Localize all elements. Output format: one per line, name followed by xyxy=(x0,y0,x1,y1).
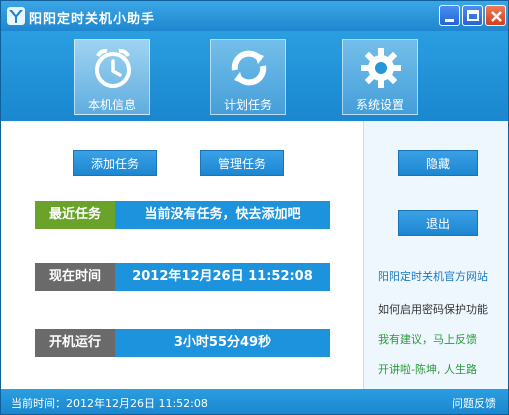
tab-machine-info[interactable]: 本机信息 xyxy=(74,39,150,115)
tab-label: 系统设置 xyxy=(355,98,404,112)
maximize-button[interactable] xyxy=(462,5,483,26)
uptime-value: 3小时55分49秒 xyxy=(115,329,330,357)
gear-icon xyxy=(361,48,401,88)
current-time-value: 2012年12月26日 11:52:08 xyxy=(115,263,330,291)
current-time-label: 现在时间 xyxy=(35,263,115,291)
app-logo-icon xyxy=(7,7,25,25)
suggestion-link[interactable]: 我有建议，马上反馈 xyxy=(378,331,477,347)
recent-task-value: 当前没有任务，快去添加吧 xyxy=(115,201,330,229)
status-time: 当前时间：2012年12月26日 11:52:08 xyxy=(11,397,208,410)
tab-system-settings[interactable]: 系统设置 xyxy=(342,39,418,115)
hide-button[interactable]: 隐藏 xyxy=(398,150,478,176)
window-title: 阳阳定时关机小助手 xyxy=(29,12,156,27)
status-bar: 当前时间：2012年12月26日 11:52:08 问题反馈 xyxy=(1,389,508,414)
password-help-link[interactable]: 如何启用密码保护功能 xyxy=(378,301,488,317)
side-panel: 隐藏 退出 阳阳定时关机官方网站 如何启用密码保护功能 我有建议，马上反馈 开讲… xyxy=(363,121,508,389)
maximize-icon xyxy=(467,10,479,21)
close-icon xyxy=(491,11,502,22)
main-panel: 添加任务 管理任务 最近任务 当前没有任务，快去添加吧 现在时间 2012年12… xyxy=(1,121,363,389)
title-bar: 阳阳定时关机小助手 xyxy=(1,1,508,31)
close-button[interactable] xyxy=(485,5,506,26)
alarm-clock-icon xyxy=(95,48,131,88)
official-site-link[interactable]: 阳阳定时关机官方网站 xyxy=(378,268,488,284)
news-link[interactable]: 开讲啦-陈坤, 人生路 xyxy=(378,361,477,377)
main-toolbar: 本机信息 计划任务 系统设置 xyxy=(1,31,508,121)
exit-button[interactable]: 退出 xyxy=(398,210,478,236)
add-task-button[interactable]: 添加任务 xyxy=(73,150,157,176)
minimize-button[interactable] xyxy=(439,5,460,26)
app-window: 阳阳定时关机小助手 本机信息 计划任务 系统设置 添加任务 管理任务 最近任务 … xyxy=(0,0,509,415)
refresh-arrows-icon xyxy=(231,50,267,86)
uptime-label: 开机运行 xyxy=(35,329,115,357)
minimize-icon xyxy=(445,19,454,22)
tab-scheduled-tasks[interactable]: 计划任务 xyxy=(210,39,286,115)
tab-label: 本机信息 xyxy=(87,98,136,112)
feedback-link[interactable]: 问题反馈 xyxy=(452,395,496,411)
manage-task-button[interactable]: 管理任务 xyxy=(200,150,284,176)
recent-task-label: 最近任务 xyxy=(35,201,115,229)
tab-label: 计划任务 xyxy=(223,98,272,112)
